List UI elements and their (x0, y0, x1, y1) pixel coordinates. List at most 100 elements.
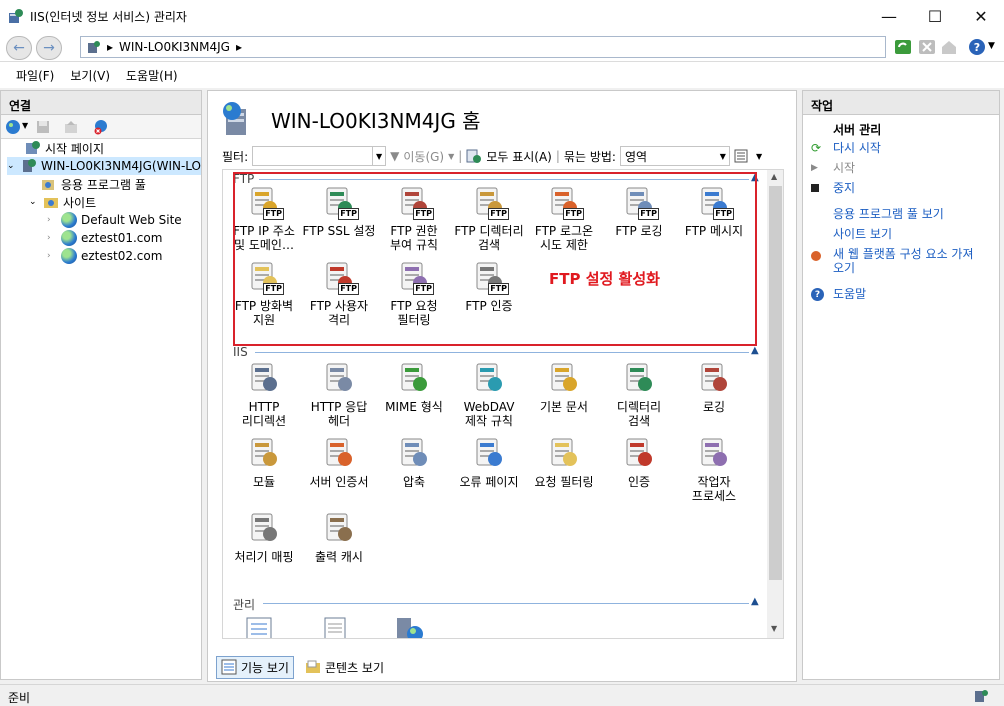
feature-label: 오류 페이지 (459, 475, 519, 489)
tree-site-eztest02[interactable]: › eztest02.com (47, 247, 162, 265)
feature-delegation-icon[interactable] (319, 616, 351, 639)
action-web-platform[interactable]: 새 웹 플랫폼 구성 요소 가져 오기 (811, 247, 993, 275)
action-view-sites[interactable]: 사이트 보기 (833, 225, 892, 242)
server-cert-feature[interactable]: 서버 인증서 (302, 435, 376, 489)
action-label: 사이트 보기 (833, 227, 893, 241)
feature-label: WebDAV 제작 규칙 (463, 400, 515, 428)
action-restart[interactable]: ⟳ 다시 시작 (811, 139, 881, 156)
shared-config-icon[interactable] (393, 616, 425, 639)
sites-folder-icon (44, 198, 58, 208)
compression-icon (396, 435, 432, 471)
modules-icon (246, 435, 282, 471)
up-icon[interactable] (63, 119, 79, 135)
address-box[interactable]: ▸ WIN-LO0KI3NM4JG ▸ (80, 36, 886, 58)
tree-app-pools[interactable]: 응용 프로그램 풀 (41, 175, 146, 193)
tab-features-view[interactable]: 기능 보기 (216, 655, 294, 679)
show-all-button[interactable]: 모두 표시(A) (486, 148, 552, 165)
tree-label: WIN-LO0KI3NM4JG(WIN-LO (41, 159, 201, 173)
menu-help[interactable]: 도움말(H) (118, 67, 186, 84)
default-doc-feature[interactable]: 기본 문서 (527, 360, 601, 414)
tree-server[interactable]: ⌄ WIN-LO0KI3NM4JG(WIN-LO (7, 157, 201, 175)
tree-site-eztest01[interactable]: › eztest01.com (47, 229, 162, 247)
back-button[interactable]: ← (6, 36, 32, 60)
go-button[interactable]: 이동(G) (403, 148, 444, 165)
collapse-manage-icon[interactable]: ▲ (751, 596, 759, 607)
tree-site-default[interactable]: › Default Web Site (47, 211, 182, 229)
scrollbar-thumb[interactable] (769, 186, 782, 580)
start-page-icon (26, 141, 40, 154)
authentication-feature[interactable]: 인증 (602, 435, 676, 489)
menu-file[interactable]: 파일(F) (8, 67, 62, 84)
worker-process-feature[interactable]: 작업자 프로세스 (677, 435, 751, 503)
handler-mapping-feature[interactable]: 처리기 매핑 (227, 510, 301, 564)
modules-feature[interactable]: 모듈 (227, 435, 301, 489)
configuration-editor-icon[interactable] (243, 616, 275, 639)
help-dropdown-icon[interactable]: ▼ (988, 41, 995, 51)
webdav-icon (471, 360, 507, 396)
menu-bar: 파일(F) 보기(V) 도움말(H) (0, 62, 1004, 88)
stop-icon (811, 181, 825, 195)
webdav-feature[interactable]: WebDAV 제작 규칙 (452, 360, 526, 428)
connections-pane: 연결 ▼ 시작 페이지 ⌄ WIN-LO0KI3NM4JG(WIN-LO 응용 … (0, 90, 202, 680)
view-mode-dropdown-icon[interactable]: ▼ (756, 152, 762, 161)
dir-browse-feature[interactable]: 디렉터리 검색 (602, 360, 676, 428)
stop-nav-icon[interactable] (918, 38, 936, 56)
http-headers-feature[interactable]: HTTP 응답 헤더 (302, 360, 376, 428)
home-icon[interactable] (940, 38, 958, 56)
filter-label: 필터: (222, 149, 249, 164)
refresh-icon[interactable] (894, 38, 912, 56)
mime-icon (396, 360, 432, 396)
page-title: WIN-LO0KI3NM4JG 홈 (271, 109, 481, 133)
filter-input[interactable] (252, 146, 373, 166)
compression-feature[interactable]: 압축 (377, 435, 451, 489)
maximize-button[interactable]: ☐ (912, 0, 958, 32)
go-dropdown-icon[interactable]: ▼ (448, 152, 454, 161)
close-button[interactable]: ✕ (958, 0, 1004, 32)
section-manage-header[interactable]: 관리 (233, 596, 255, 613)
worker-process-icon (696, 435, 732, 471)
feature-label: HTTP 리디렉션 (241, 400, 287, 428)
expand-icon[interactable]: ⌄ (29, 197, 39, 207)
expand-icon[interactable]: › (47, 233, 57, 243)
feature-label: 기본 문서 (540, 400, 588, 414)
collapse-iis-icon[interactable]: ▲ (751, 345, 759, 356)
tab-label: 콘텐츠 보기 (324, 660, 384, 675)
tree-start-page[interactable]: 시작 페이지 (25, 139, 104, 157)
expand-icon[interactable]: ⌄ (7, 161, 17, 171)
error-page-feature[interactable]: 오류 페이지 (452, 435, 526, 489)
http-redirect-icon (246, 360, 282, 396)
scroll-up-icon[interactable]: ▲ (771, 172, 777, 181)
ftp-annotation: FTP 설정 활성화 (549, 270, 660, 288)
forward-button[interactable]: → (36, 36, 62, 60)
tree-label: eztest01.com (81, 231, 163, 245)
help-icon[interactable]: ? (968, 38, 986, 56)
filter-dropdown-icon[interactable]: ▼ (372, 146, 387, 166)
connect-icon[interactable] (5, 119, 21, 135)
group-by-select[interactable]: 영역 ▼ (619, 146, 730, 166)
action-start[interactable]: ▶ 시작 (811, 159, 855, 176)
tree-sites[interactable]: ⌄ 사이트 (29, 193, 96, 211)
action-label: 도움말 (833, 287, 867, 301)
menu-view[interactable]: 보기(V) (62, 67, 118, 84)
connect-dropdown-icon[interactable]: ▼ (22, 121, 28, 130)
tab-content-view[interactable]: 콘텐츠 보기 (300, 656, 389, 679)
action-view-app-pools[interactable]: 응용 프로그램 풀 보기 (833, 205, 944, 222)
minimize-button[interactable]: — (866, 0, 912, 32)
expand-icon[interactable]: › (47, 251, 57, 261)
breadcrumb-path[interactable]: WIN-LO0KI3NM4JG (119, 40, 230, 54)
logging-feature[interactable]: 로깅 (677, 360, 751, 414)
disconnect-icon[interactable] (93, 119, 109, 135)
feature-label: 로깅 (702, 400, 726, 414)
mime-feature[interactable]: MIME 형식 (377, 360, 451, 414)
separator: | (458, 149, 463, 163)
output-cache-feature[interactable]: 출력 캐시 (302, 510, 376, 564)
view-mode-icon[interactable] (734, 148, 752, 164)
action-help[interactable]: ? 도움말 (811, 285, 866, 302)
http-redirect-feature[interactable]: HTTP 리디렉션 (227, 360, 301, 428)
save-icon[interactable] (35, 119, 51, 135)
expand-icon[interactable]: › (47, 215, 57, 225)
action-stop[interactable]: 중지 (811, 179, 855, 196)
scroll-down-icon[interactable]: ▼ (771, 624, 777, 633)
section-iis-header[interactable]: IIS (233, 345, 248, 359)
request-filter-feature[interactable]: 요청 필터링 (527, 435, 601, 489)
